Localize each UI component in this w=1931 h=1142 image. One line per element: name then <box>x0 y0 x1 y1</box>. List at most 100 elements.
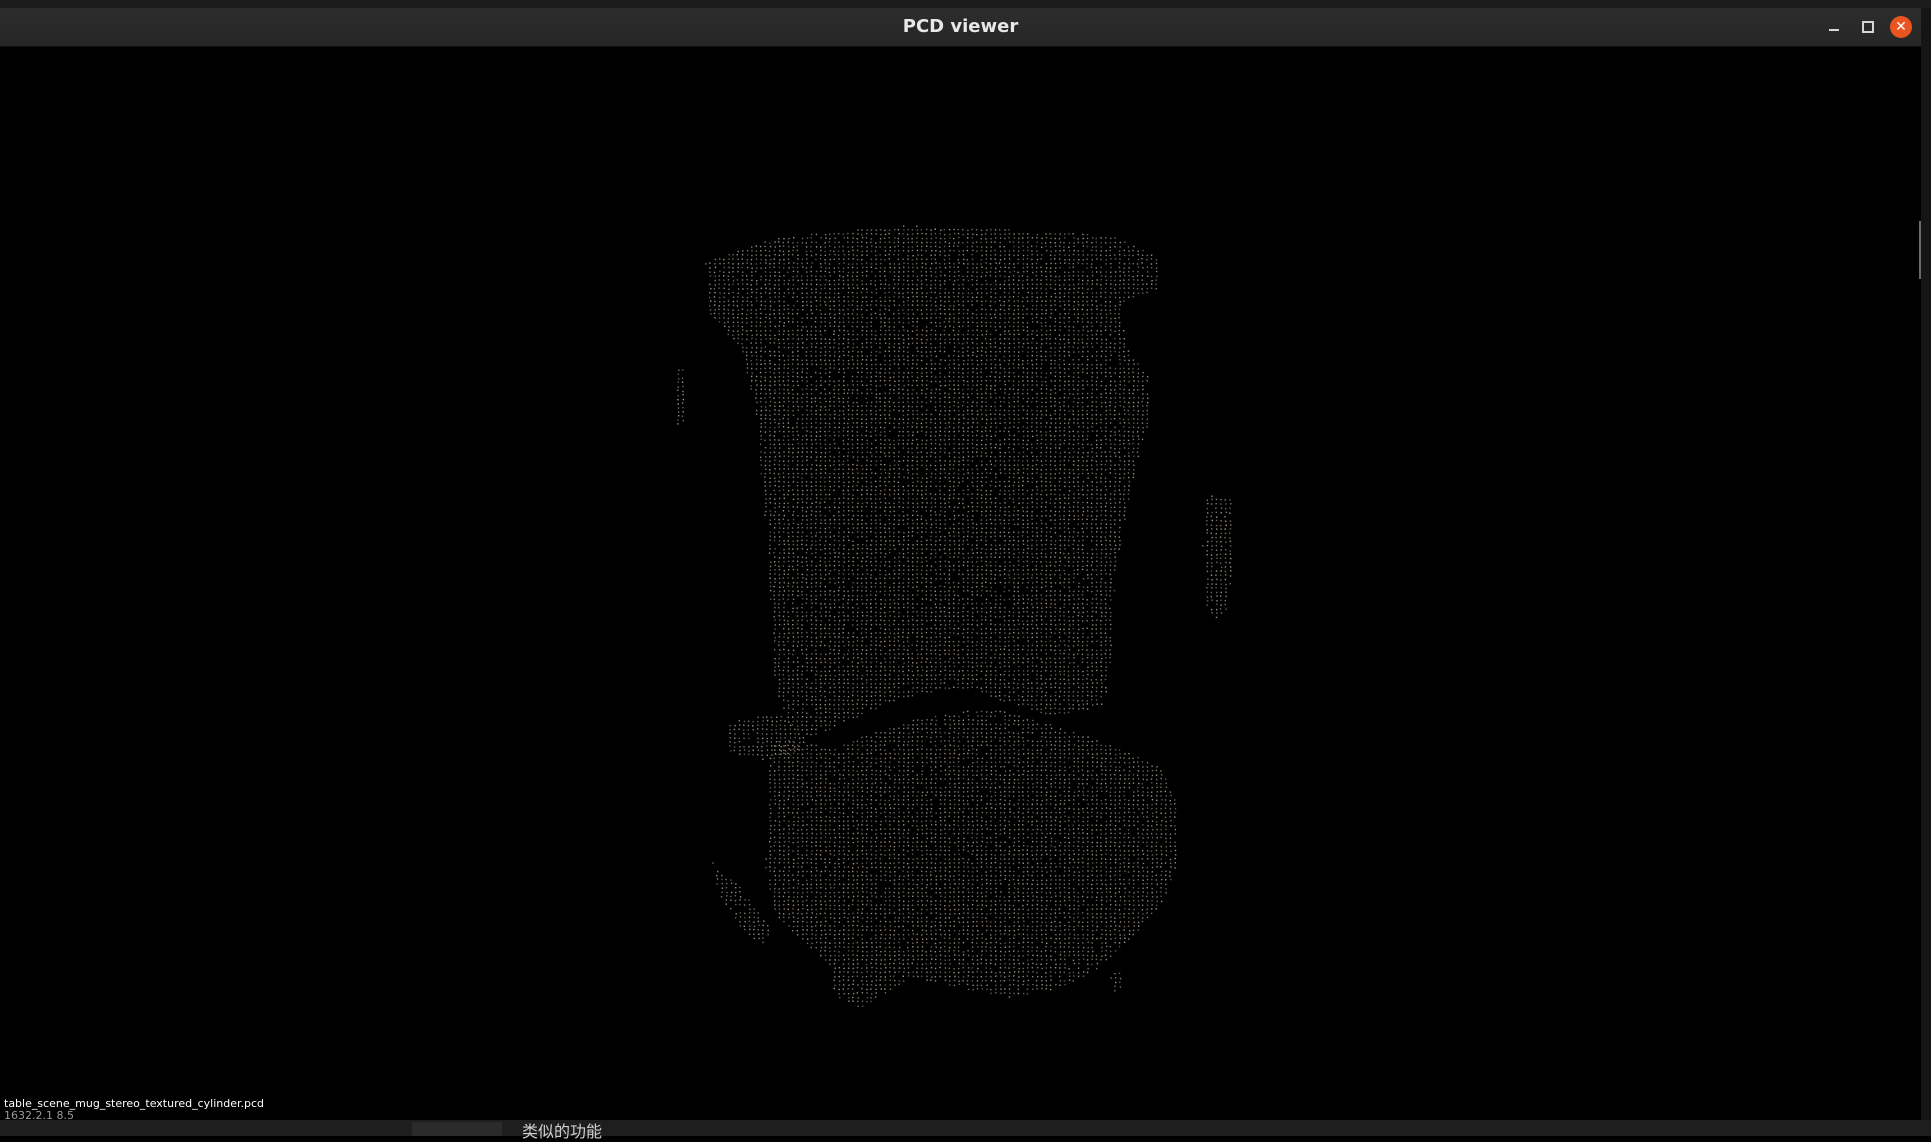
cloud-point <box>1003 359 1006 362</box>
cloud-point <box>828 253 831 256</box>
cloud-point <box>971 442 974 445</box>
cloud-point <box>856 346 858 348</box>
cloud-point <box>1119 477 1121 479</box>
cloud-point <box>713 312 716 315</box>
pcd-viewer-window[interactable]: PCD viewer ✕ <box>0 8 1921 1120</box>
cloud-point <box>806 296 808 298</box>
cloud-point <box>792 284 795 286</box>
cloud-point <box>796 266 799 269</box>
cloud-point <box>861 237 864 239</box>
cloud-point <box>934 329 937 332</box>
cloud-point <box>1142 410 1144 412</box>
cloud-point <box>1017 271 1019 273</box>
cloud-point <box>884 292 886 294</box>
cloud-point <box>953 263 955 265</box>
cloud-point <box>911 330 914 332</box>
cloud-point <box>820 246 822 248</box>
cloud-point <box>797 384 799 387</box>
cloud-point <box>765 414 767 416</box>
cloud-point <box>815 359 817 362</box>
cloud-point <box>1155 262 1158 265</box>
cloud-point <box>954 392 956 394</box>
cloud-point <box>1059 262 1062 264</box>
cloud-point <box>834 321 836 323</box>
cloud-point <box>1031 333 1033 335</box>
cloud-point <box>1008 443 1011 445</box>
cloud-point <box>958 241 960 244</box>
cloud-point <box>980 330 983 332</box>
cloud-point <box>792 368 794 370</box>
cloud-point <box>925 267 927 269</box>
minimize-button[interactable] <box>1823 16 1845 38</box>
point-cloud-viewport[interactable] <box>0 47 1921 1120</box>
cloud-point <box>755 338 757 340</box>
cloud-point <box>1045 292 1048 294</box>
cloud-point <box>871 455 873 457</box>
cloud-point <box>760 464 762 466</box>
cloud-point <box>1004 438 1006 441</box>
cloud-point <box>764 460 767 462</box>
cloud-point <box>1022 254 1025 257</box>
cloud-point <box>787 422 789 424</box>
cloud-point <box>985 438 988 441</box>
cloud-point <box>1077 410 1080 412</box>
cloud-point <box>810 456 812 458</box>
cloud-point <box>934 338 937 340</box>
cloud-point <box>875 422 877 424</box>
cloud-point <box>934 279 937 282</box>
cloud-point <box>857 477 859 479</box>
cloud-point <box>990 418 992 420</box>
cloud-point <box>1128 392 1131 394</box>
cloud-point <box>1063 334 1066 336</box>
cloud-point <box>888 258 890 260</box>
cloud-point <box>931 250 933 252</box>
cloud-point <box>1104 435 1107 437</box>
cloud-point <box>847 291 850 294</box>
cloud-point <box>921 245 923 248</box>
cloud-point <box>750 295 753 298</box>
close-button[interactable]: ✕ <box>1890 16 1912 38</box>
cloud-point <box>829 455 832 458</box>
cloud-point <box>1044 355 1047 358</box>
maximize-button[interactable] <box>1857 16 1879 38</box>
cloud-point <box>1063 464 1066 466</box>
cloud-point <box>861 359 864 361</box>
cloud-point <box>939 367 941 370</box>
cloud-point <box>875 375 877 378</box>
cloud-point <box>801 401 803 403</box>
cloud-point <box>1109 422 1112 424</box>
cloud-point <box>810 288 813 290</box>
cloud-point <box>815 258 817 261</box>
cloud-point <box>981 246 983 248</box>
cloud-point <box>962 427 964 429</box>
cloud-point <box>1040 317 1043 319</box>
cloud-point <box>737 288 740 290</box>
cloud-point <box>1128 413 1130 416</box>
cloud-point <box>921 418 924 421</box>
cloud-point <box>1096 468 1098 471</box>
cloud-point <box>755 413 758 415</box>
cloud-point <box>1013 300 1015 302</box>
cloud-point <box>742 283 744 285</box>
cloud-point <box>963 422 965 425</box>
cloud-point <box>940 447 942 450</box>
cloud-point <box>888 309 890 311</box>
cloud-point <box>1059 468 1061 470</box>
cloud-point <box>1009 333 1011 335</box>
title-bar[interactable]: PCD viewer ✕ <box>0 8 1921 47</box>
cloud-point <box>1100 254 1102 256</box>
cloud-point <box>870 283 872 285</box>
cloud-point <box>902 355 904 357</box>
cloud-point <box>1045 426 1047 428</box>
cloud-point <box>1095 473 1097 475</box>
cloud-point <box>1114 468 1116 471</box>
cloud-point <box>971 296 974 299</box>
cloud-point <box>1018 237 1020 240</box>
cloud-point <box>999 317 1001 319</box>
cloud-point <box>1013 459 1016 462</box>
cloud-point <box>805 250 808 253</box>
cloud-point <box>998 322 1001 324</box>
cloud-point <box>1012 380 1015 382</box>
cloud-point <box>898 312 900 315</box>
cloud-point <box>912 439 914 441</box>
